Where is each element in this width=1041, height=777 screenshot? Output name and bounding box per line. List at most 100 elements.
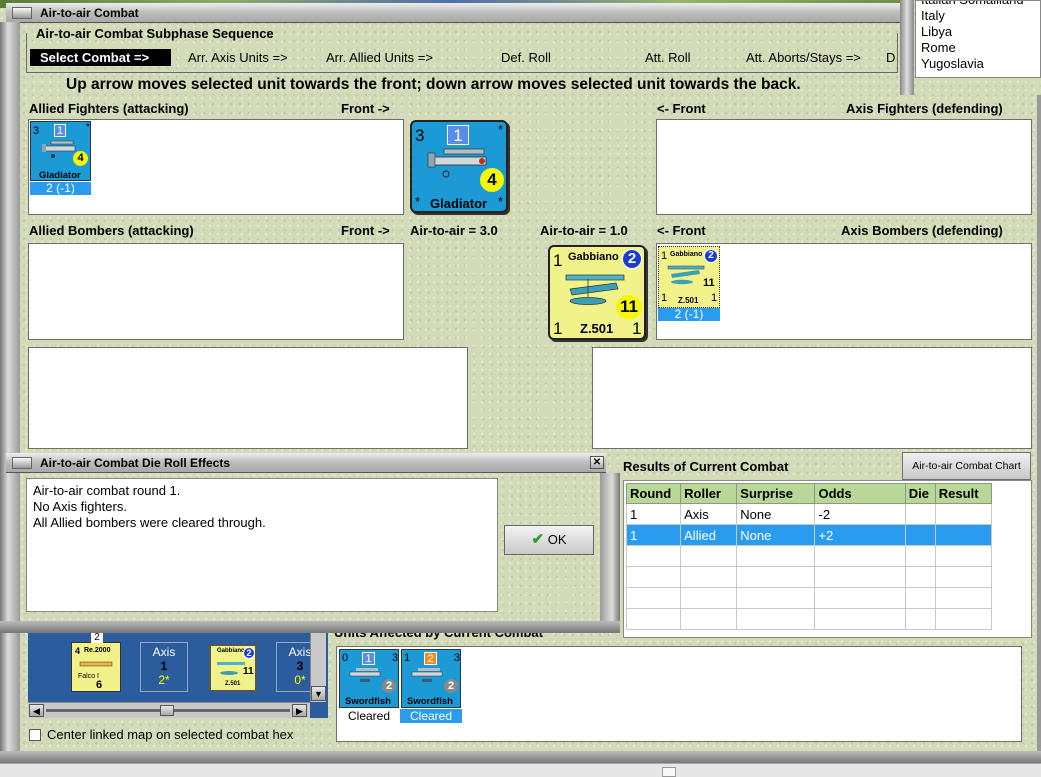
counter-bottom-right: 1 [711,292,718,304]
mini-map-unit[interactable]: 4 Re.2000 Falco I 6 [71,642,121,692]
affected-unit-counter[interactable]: 0 1 3 2 Swordfish [339,649,399,708]
table-row[interactable]: 1 Axis None -2 [625,503,993,525]
subphase-step[interactable]: Att. Aborts/Stays => [746,50,861,65]
counter-unit-name: Gladiator [430,196,488,211]
mini-map-cell[interactable]: Axis 1 2* [140,642,188,692]
results-header-row: Round Roller Surprise Odds Die Result [625,483,993,504]
counter-model: Z.501 [580,321,614,336]
counter-range: 3 [415,126,425,145]
column-header[interactable]: Surprise [736,483,816,504]
window-menu-icon[interactable] [12,7,32,19]
country-item[interactable]: Libya [921,24,1040,40]
counter-defense-circle: 4 [73,151,88,166]
counter-defense-circle: 2 [382,679,396,693]
scroll-left-arrow-icon[interactable]: ◀ [29,704,44,717]
window-menu-icon[interactable] [12,457,32,469]
die-roll-dialog[interactable]: Air-to-air Combat Die Roll Effects ✕ Air… [0,453,620,634]
mini-map-unit[interactable]: Gabbiano 2 11 Z.501 [209,644,257,692]
allied-bombers-box[interactable] [28,243,404,340]
counter-range: 3 [33,125,40,137]
air-to-air-chart-button[interactable]: Air-to-air Combat Chart [902,452,1031,480]
counter-unit-name: Swordfish [345,696,391,707]
table-cell: Allied [680,524,738,546]
table-cell: +2 [814,524,906,546]
table-row[interactable] [625,608,993,630]
selected-bomber-counter[interactable]: 1 Gabbiano 2 11 1 Z.501 1 [548,245,646,340]
column-header[interactable]: Die [904,483,936,504]
table-cell: -2 [814,503,906,525]
counter-range: 1 [404,652,411,664]
scroll-thumb[interactable] [160,705,174,716]
allied-fighter-counter[interactable]: 3 1 * 4 Gladiator [30,121,91,181]
dialog-titlebar[interactable]: Air-to-air Combat Die Roll Effects ✕ [6,453,606,473]
dialog-title: Air-to-air Combat Die Roll Effects [40,456,231,470]
scroll-thumb[interactable] [662,767,676,777]
table-cell [904,524,936,546]
counter-top-right: 3 [392,652,399,664]
table-cell [934,503,993,525]
subphase-step[interactable]: Att. Roll [645,50,691,65]
counter-attack-square: 1 [54,124,66,137]
affected-unit-status: Cleared [400,709,462,723]
axis-fighters-box[interactable] [656,119,1032,215]
country-list-panel[interactable]: Italian Somaliland Italy Libya Rome Yugo… [915,0,1041,78]
counter-attack-circle: 2 [622,249,642,269]
axis-info-box[interactable] [592,347,1032,449]
country-item[interactable]: Italy [921,8,1040,24]
counter-range: 0 [342,652,349,664]
column-header[interactable]: Result [934,483,993,504]
scroll-right-arrow-icon[interactable]: ▶ [292,704,307,717]
axis-fighters-front-label: <- Front [657,101,706,116]
subphase-step[interactable]: D [886,50,896,65]
counter-defense-circle: 2 [444,679,458,693]
window-title: Air-to-air Combat [40,6,139,20]
window-titlebar[interactable]: Air-to-air Combat [6,3,900,23]
counter-unit-name: Re.2000 [84,647,111,654]
counter-star: * [415,194,421,209]
results-table-box[interactable]: Round Roller Surprise Odds Die Result 1 … [623,480,1032,638]
ok-label: OK [547,532,567,547]
counter-bottom-left: 1 [553,319,563,338]
table-row[interactable] [625,545,993,567]
results-table[interactable]: Round Roller Surprise Odds Die Result 1 … [625,483,993,630]
country-item[interactable]: Rome [921,40,1040,56]
ok-button[interactable]: ✔ OK [504,525,594,555]
column-header[interactable]: Roller [680,483,738,504]
column-header[interactable]: Round [625,483,682,504]
cell-value: 2* [158,673,170,687]
table-cell: 1 [625,503,682,525]
center-map-checkbox-label[interactable]: Center linked map on selected combat hex [47,727,293,742]
counter-unit-name: Gabbiano [217,648,245,654]
dialog-message-box[interactable]: Air-to-air combat round 1. No Axis fight… [26,478,498,612]
subphase-step-active[interactable]: Select Combat => [30,49,171,66]
swordfish-plane-icon [411,668,443,682]
mini-map-vscrollbar[interactable]: ▼ [310,630,326,702]
affected-unit-counter[interactable]: 1 2 3 2 Swordfish [401,649,461,708]
table-row[interactable]: 1 Allied None +2 [625,524,993,546]
axis-bombers-label: Axis Bombers (defending) [841,223,1003,238]
subphase-step[interactable]: Def. Roll [501,50,551,65]
mini-map-hscrollbar[interactable]: ◀ ▶ [28,702,310,718]
allied-info-box[interactable] [28,347,468,449]
table-row[interactable] [625,566,993,588]
table-row[interactable] [625,587,993,609]
country-item[interactable]: Yugoslavia [921,56,1040,72]
axis-air-to-air-value: Air-to-air = 1.0 [540,223,628,238]
dialog-left-frame [0,473,20,631]
counter-star: * [498,122,504,137]
table-cell: Axis [680,503,738,525]
center-map-checkbox[interactable] [29,729,41,741]
axis-bomber-counter[interactable]: 1 Gabbiano 2 11 1 Z.501 1 [658,246,720,308]
counter-defense-circle: 11 [616,295,642,319]
selected-fighter-counter[interactable]: 3 1 * 4 * Gladiator * [410,120,508,213]
counter-defense-circle: 4 [480,168,504,192]
counter-unit-name: Gabbiano [670,251,703,258]
subphase-step[interactable]: Arr. Axis Units => [188,50,288,65]
country-item[interactable]: Italian Somaliland [921,1,1040,8]
cell-side: Axis [152,645,176,659]
close-icon[interactable]: ✕ [590,456,604,469]
subphase-step[interactable]: Arr. Allied Units => [326,50,433,65]
column-header[interactable]: Odds [814,483,906,504]
counter-star: * [498,194,504,209]
scroll-down-arrow-icon[interactable]: ▼ [311,686,326,701]
